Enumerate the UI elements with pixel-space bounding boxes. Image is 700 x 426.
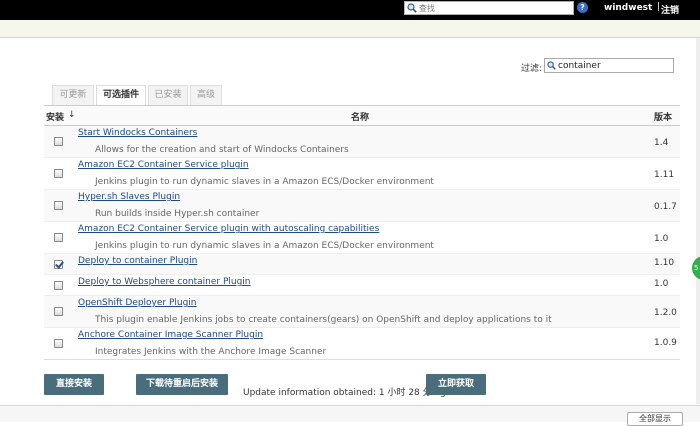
table-row: Deploy to container Plugin 1.10 [44, 254, 680, 275]
plugin-description: Jenkins plugin to run dynamic slaves in … [95, 177, 434, 187]
plugin-description: Allows for the creation and start of Win… [95, 145, 349, 155]
search-icon [407, 3, 417, 16]
table-row: OpenShift Deployer Plugin This plugin en… [44, 296, 680, 328]
table-header: 安装 ↓ 名称 版本 [44, 106, 680, 126]
plugin-name-link[interactable]: Deploy to Websphere container Plugin [78, 277, 251, 287]
install-checkbox[interactable] [54, 339, 63, 348]
table-row: Anchore Container Image Scanner Plugin I… [44, 328, 680, 359]
filter-box[interactable] [544, 58, 674, 73]
plugin-name-link[interactable]: Deploy to container Plugin [78, 256, 197, 266]
plugin-description: Jenkins plugin to run dynamic slaves in … [95, 241, 434, 251]
global-search-box[interactable] [404, 1, 574, 15]
plugin-version: 0.1.7 [654, 202, 677, 212]
update-info-text: Update information obtained: 1 小时 28 分 a… [243, 388, 452, 398]
table-row: Deploy to Websphere container Plugin 1.0 [44, 275, 680, 296]
plugin-name-link[interactable]: Hyper.sh Slaves Plugin [78, 192, 180, 202]
filter-search-icon [547, 61, 556, 73]
plugin-version: 1.0 [654, 279, 669, 289]
install-checkbox[interactable] [54, 233, 63, 242]
plugin-version: 1.11 [654, 170, 675, 180]
tab-installed[interactable]: 已安装 [148, 85, 188, 105]
page-scrollbar[interactable] [696, 38, 700, 404]
plugin-version: 1.0 [654, 234, 669, 244]
table-row: Hyper.sh Slaves Plugin Run builds inside… [44, 190, 680, 222]
side-badge[interactable]: 5 [692, 256, 700, 280]
plugin-name-link[interactable]: Anchore Container Image Scanner Plugin [78, 330, 263, 340]
install-checkbox-checked[interactable] [54, 260, 63, 269]
tab-available[interactable]: 可选插件 [96, 85, 146, 106]
install-without-restart-button[interactable]: 直接安装 [44, 374, 104, 395]
plugin-version: 1.2.0 [654, 308, 677, 318]
sort-arrow-icon: ↓ [68, 110, 76, 120]
plugin-version: 1.0.9 [654, 338, 677, 348]
username-link[interactable]: windwest [604, 3, 652, 13]
check-now-button[interactable]: 立即获取 [426, 374, 486, 395]
global-search-input[interactable] [419, 2, 569, 14]
top-header-bar: ? windwest | 注销 [0, 0, 700, 20]
plugin-table: 安装 ↓ 名称 版本 Start Windocks Containers All… [44, 105, 680, 360]
col-install-header[interactable]: 安装 [46, 110, 64, 123]
filter-input[interactable] [558, 60, 670, 72]
plugin-version: 1.4 [654, 138, 669, 148]
breadcrumb-bar [0, 20, 700, 38]
header-separator: | [657, 2, 661, 12]
install-checkbox[interactable] [54, 201, 63, 210]
plugin-name-link[interactable]: Amazon EC2 Container Service plugin [78, 160, 249, 170]
col-name-header[interactable]: 名称 [351, 110, 369, 123]
plugin-name-link[interactable]: OpenShift Deployer Plugin [78, 298, 197, 308]
install-checkbox[interactable] [54, 281, 63, 290]
plugin-version: 1.10 [654, 258, 675, 268]
install-checkbox[interactable] [54, 169, 63, 178]
table-row: Start Windocks Containers Allows for the… [44, 126, 680, 158]
plugin-name-link[interactable]: Amazon EC2 Container Service plugin with… [78, 224, 379, 234]
plugin-description: Integrates Jenkins with the Anchore Imag… [95, 347, 327, 357]
table-row: Amazon EC2 Container Service plugin with… [44, 222, 680, 254]
download-install-after-restart-button[interactable]: 下载待重启后安装 [136, 374, 228, 395]
install-checkbox[interactable] [54, 137, 63, 146]
plugin-description: This plugin enable Jenkins jobs to creat… [95, 315, 552, 325]
table-row: Amazon EC2 Container Service plugin Jenk… [44, 158, 680, 190]
tab-updates[interactable]: 可更新 [52, 85, 94, 105]
install-checkbox[interactable] [54, 307, 63, 316]
logout-link[interactable]: 注销 [661, 3, 679, 16]
plugin-description: Run builds inside Hyper.sh container [95, 209, 260, 219]
footer-bar [0, 405, 700, 422]
show-all-button[interactable]: 全部显示 [627, 412, 683, 426]
help-icon[interactable]: ? [577, 2, 588, 13]
col-version-header[interactable]: 版本 [654, 110, 672, 123]
plugin-name-link[interactable]: Start Windocks Containers [78, 128, 197, 138]
tab-advanced[interactable]: 高级 [190, 85, 222, 105]
filter-label: 过滤: [521, 64, 543, 74]
